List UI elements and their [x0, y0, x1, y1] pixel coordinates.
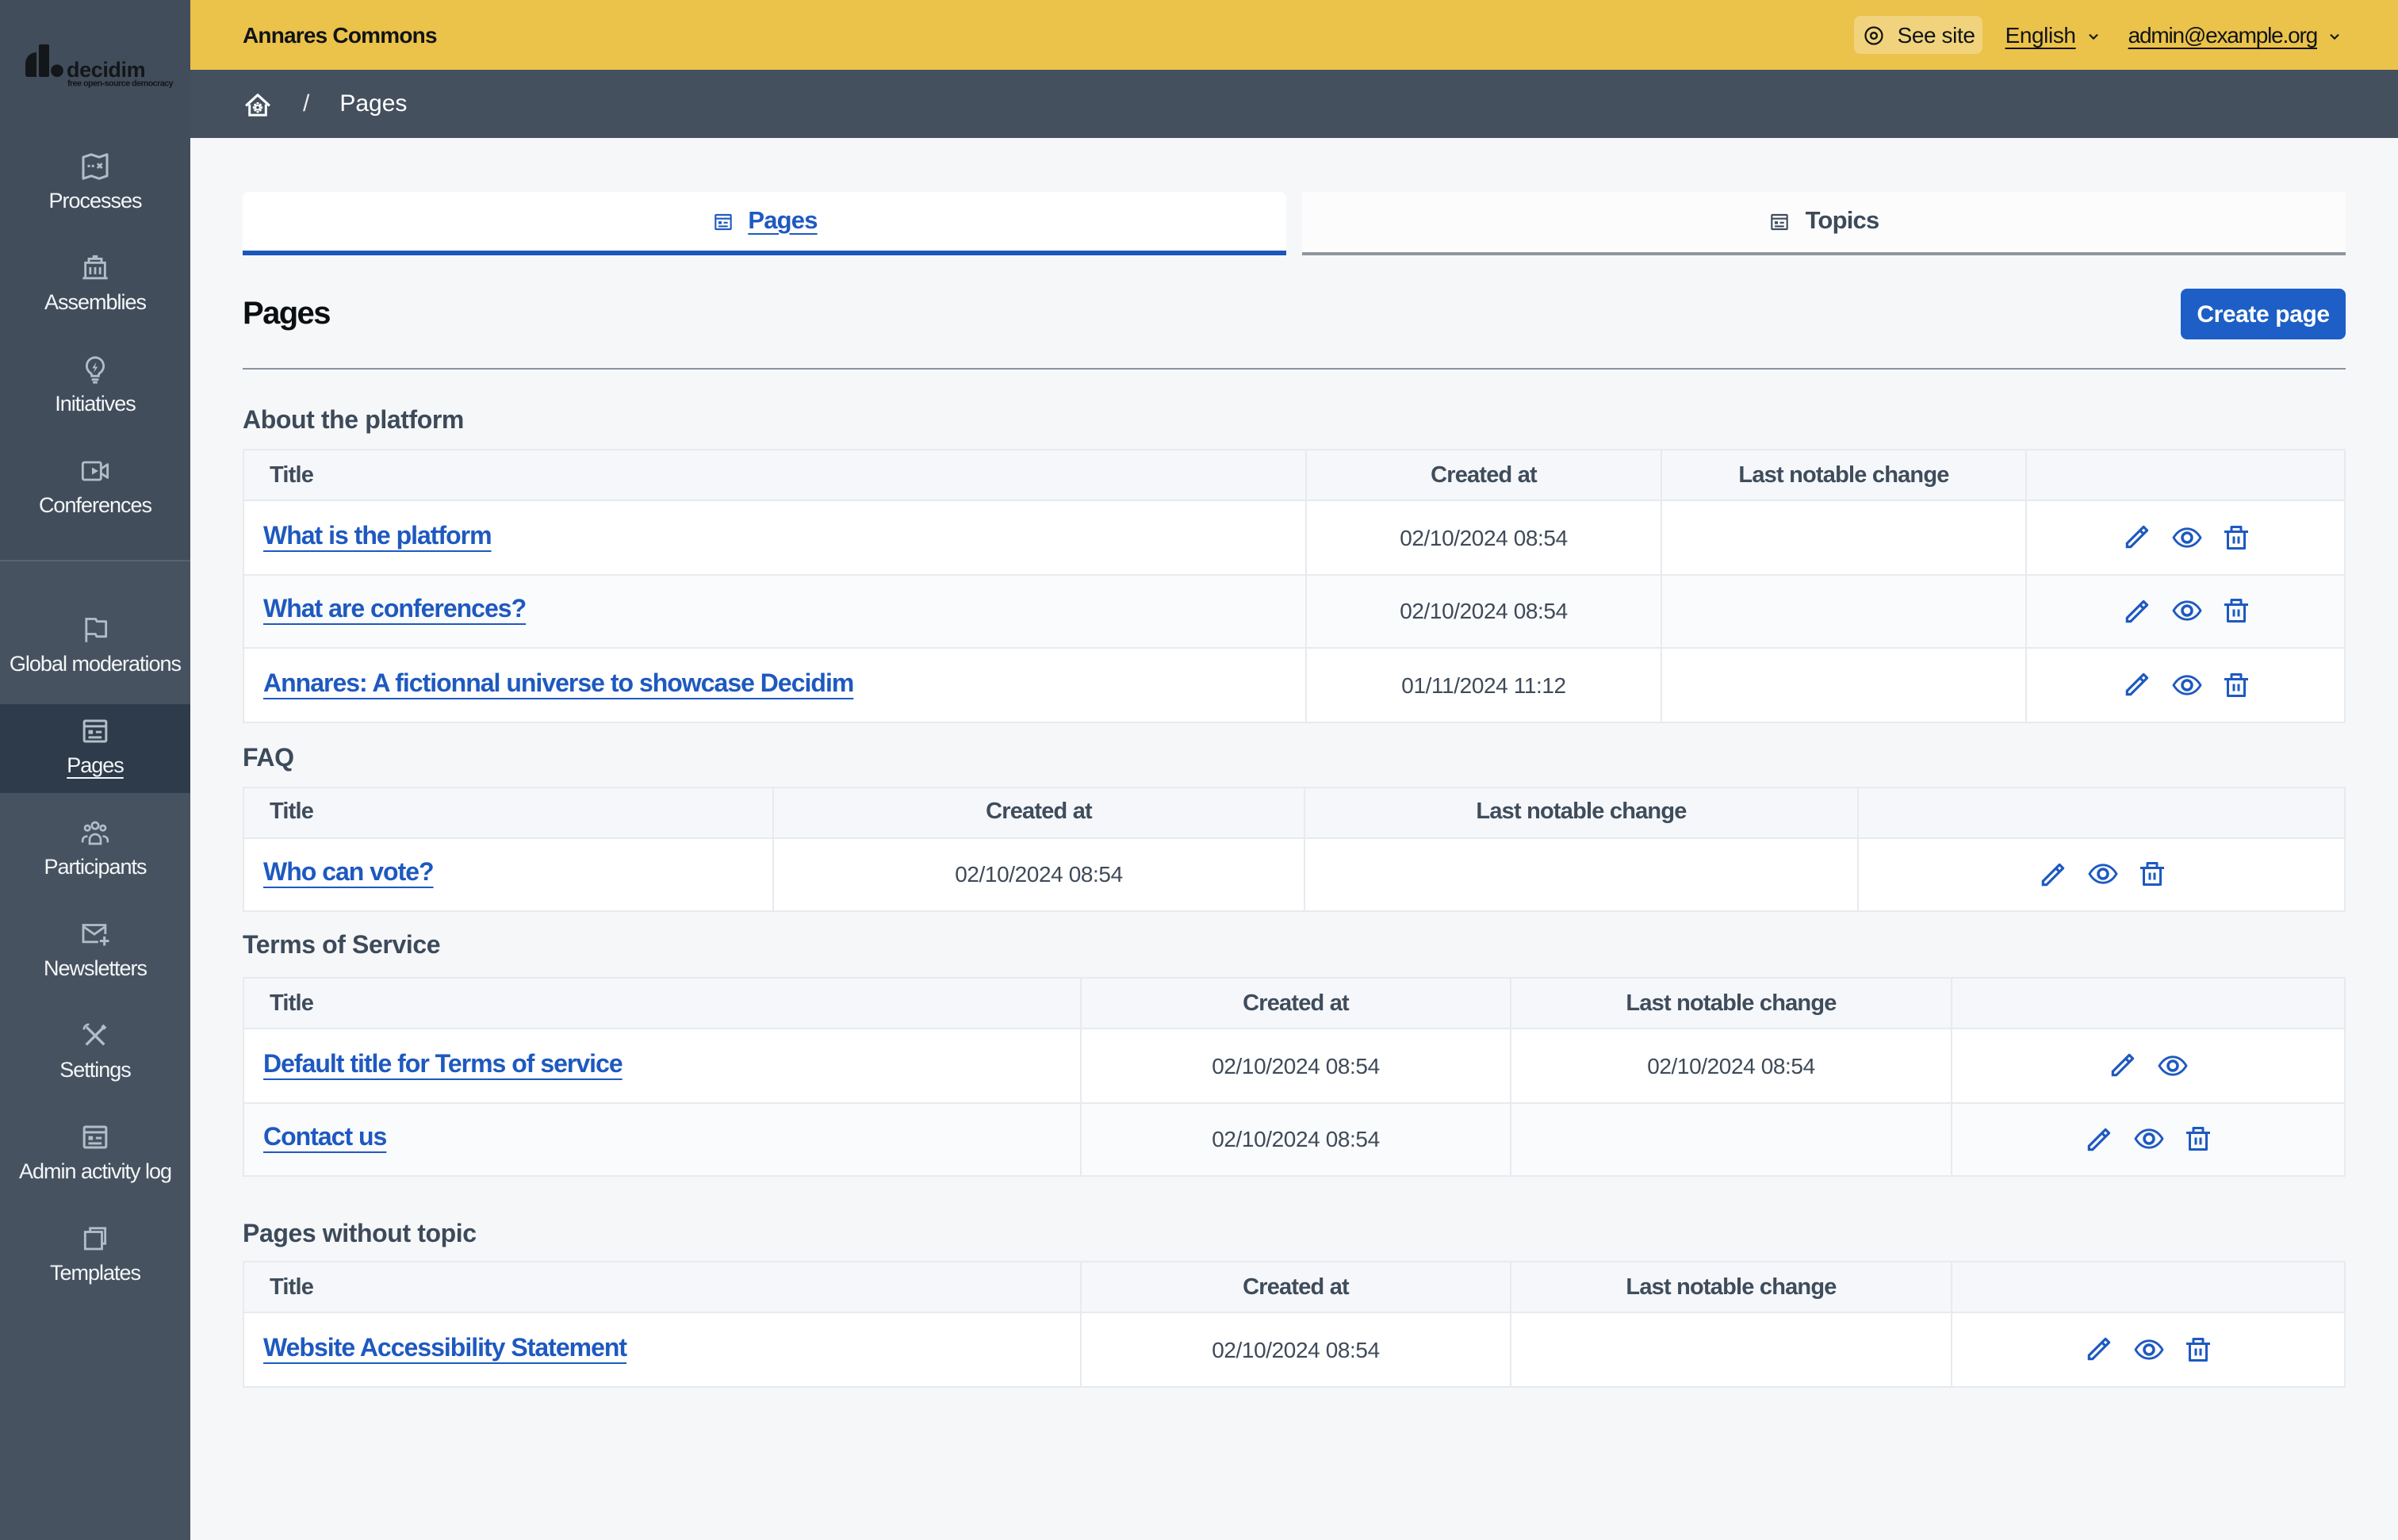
svg-text:decidim: decidim [67, 58, 145, 82]
svg-text:free open-source democracy: free open-source democracy [67, 79, 174, 89]
